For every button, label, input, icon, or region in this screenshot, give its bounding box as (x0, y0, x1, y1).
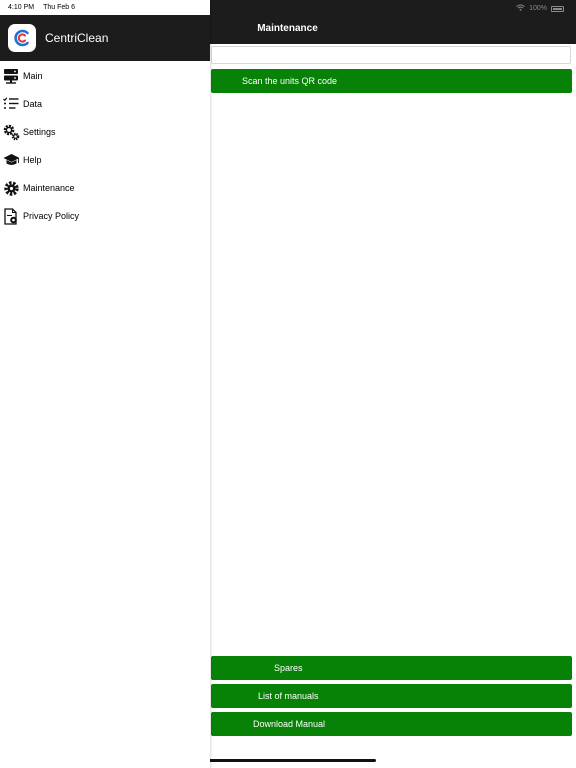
status-bar-left: 4:10 PM Thu Feb 6 (8, 4, 75, 11)
battery-percent: 100% (529, 5, 547, 12)
spares-button-label: Spares (274, 663, 303, 673)
menu-item-label: Data (23, 99, 43, 109)
menu-item-label: Maintenance (23, 183, 75, 193)
server-icon (2, 67, 20, 85)
status-time: 4:10 PM (8, 4, 35, 11)
menu-item-privacy-policy[interactable]: Privacy Policy (0, 202, 210, 230)
menu-item-data[interactable]: Data (0, 90, 210, 118)
scan-qr-button-label: Scan the units QR code (242, 76, 338, 86)
download-manual-button-label: Download Manual (253, 719, 326, 729)
checklist-icon (2, 95, 20, 113)
list-of-manuals-button[interactable]: List of manuals (211, 684, 572, 708)
app-name: CentriClean (45, 31, 109, 45)
gear-icon (2, 179, 20, 197)
document-icon (2, 207, 20, 225)
gears-icon (2, 123, 20, 141)
app-logo-icon (8, 24, 36, 52)
menu-item-label: Privacy Policy (23, 211, 80, 221)
menu-item-label: Settings (23, 127, 56, 137)
scan-qr-button[interactable]: Scan the units QR code (211, 69, 572, 93)
download-manual-button[interactable]: Download Manual (211, 712, 572, 736)
graduation-cap-icon (2, 151, 20, 169)
wifi-icon (516, 4, 525, 13)
home-indicator[interactable] (199, 759, 376, 762)
menu-item-help[interactable]: Help (0, 146, 210, 174)
spares-button[interactable]: Spares (211, 656, 572, 680)
drawer-header: CentriClean (0, 15, 210, 61)
menu-item-settings[interactable]: Settings (0, 118, 210, 146)
screen: 100% Maintenance Scan the units QR code … (0, 0, 576, 768)
status-date: Thu Feb 6 (43, 4, 75, 11)
menu-item-main[interactable]: Main (0, 62, 210, 90)
battery-icon (551, 5, 564, 12)
page-title: Maintenance (257, 23, 318, 34)
list-of-manuals-button-label: List of manuals (258, 691, 319, 701)
menu-item-label: Help (23, 155, 42, 165)
status-bar-right: 100% (516, 4, 564, 13)
search-input[interactable] (211, 46, 571, 64)
menu-item-maintenance[interactable]: Maintenance (0, 174, 210, 202)
drawer-menu: Main Data Settings Help Maintenance Priv… (0, 62, 210, 230)
menu-item-label: Main (23, 71, 43, 81)
side-drawer: 4:10 PM Thu Feb 6 CentriClean Main Data … (0, 0, 210, 768)
